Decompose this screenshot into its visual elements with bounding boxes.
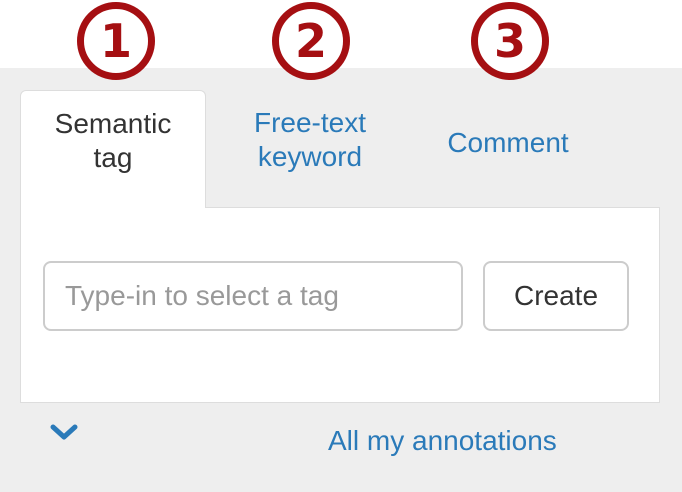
tab-content-semantic-tag: Create [20, 207, 660, 403]
step-badge-1: 1 [77, 2, 155, 80]
tab-semantic-tag[interactable]: Semantic tag [20, 90, 206, 208]
create-tag-button[interactable]: Create [483, 261, 629, 331]
tag-search-input[interactable] [43, 261, 463, 331]
tab-semantic-tag-line2: tag [93, 142, 133, 173]
tab-comment[interactable]: Comment [420, 126, 596, 160]
all-my-annotations-link[interactable]: All my annotations [328, 424, 557, 458]
step-badge-2: 2 [272, 2, 350, 80]
tab-free-text-keyword-line2: keyword [257, 141, 363, 172]
tab-free-text-keyword[interactable]: Free-text keyword [222, 106, 398, 174]
tab-comment-label: Comment [447, 127, 569, 158]
tab-free-text-keyword-line1: Free-text [253, 107, 367, 138]
step-badge-3: 3 [471, 2, 549, 80]
chevron-down-icon[interactable] [50, 424, 78, 442]
tab-semantic-tag-line1: Semantic [54, 108, 172, 139]
